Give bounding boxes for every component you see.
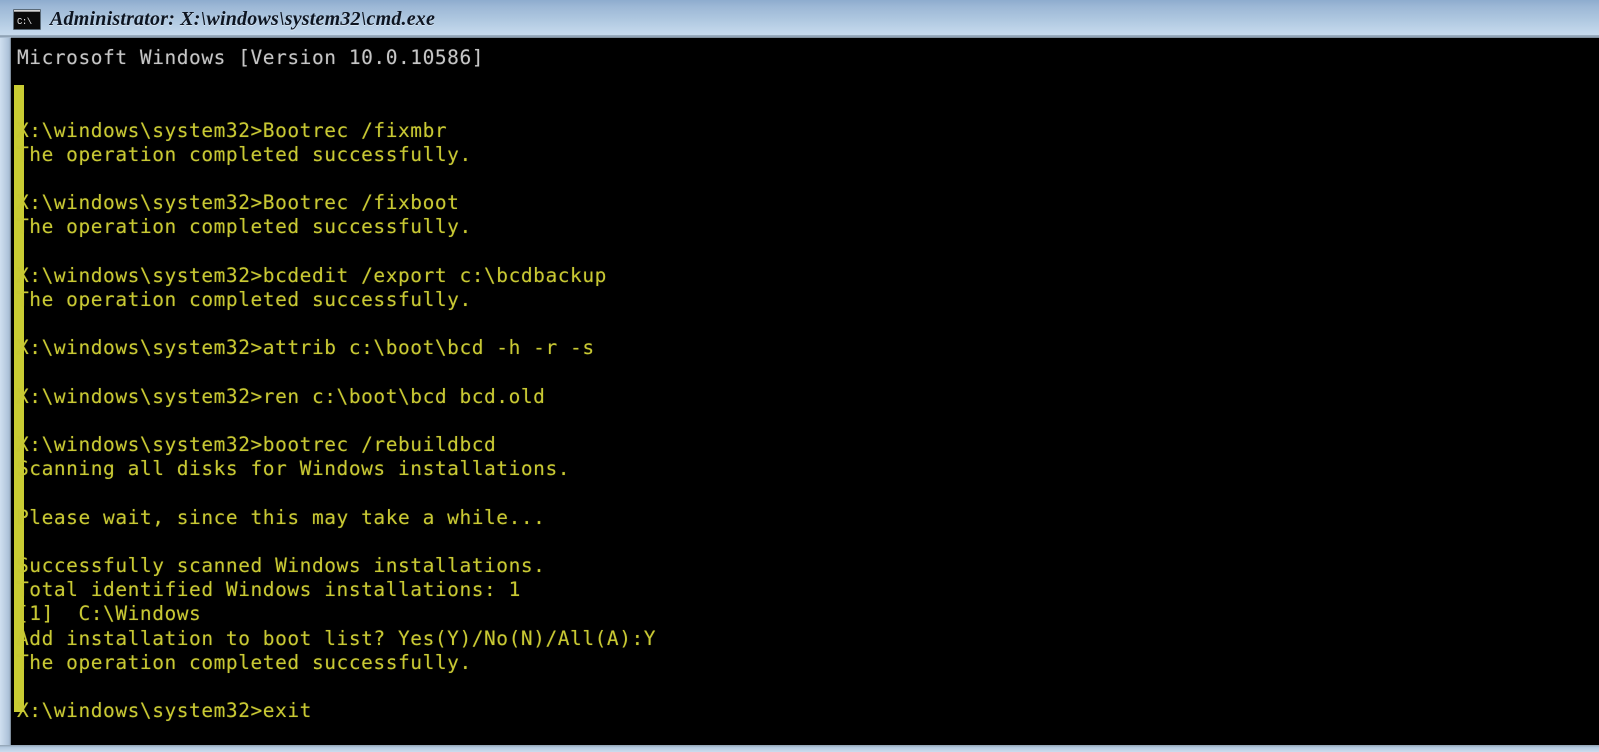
console-line: Total identified Windows installations: …: [17, 578, 521, 602]
console-line: The operation completed successfully.: [17, 287, 472, 311]
window-title-text: Administrator: X:\windows\system32\cmd.e…: [50, 7, 436, 30]
console-line: X:\windows\system32>Bootrec /fixmbr: [17, 118, 448, 142]
console-line: X:\windows\system32>bcdedit /export c:\b…: [17, 263, 607, 287]
console-line: The operation completed successfully.: [17, 650, 472, 674]
cmd-icon-prompt-glyph: C:\: [17, 16, 32, 27]
console-line: X:\windows\system32>exit: [17, 699, 312, 723]
console-line: X:\windows\system32>Bootrec /fixboot: [17, 191, 460, 215]
console-line: X:\windows\system32>ren c:\boot\bcd bcd.…: [17, 384, 546, 408]
console-output-area[interactable]: Microsoft Windows [Version 10.0.10586] X…: [11, 38, 1599, 745]
console-line: Please wait, since this may take a while…: [17, 505, 546, 529]
console-line: The operation completed successfully.: [17, 215, 472, 239]
window-bottom-border: [0, 745, 1599, 752]
console-line: The operation completed successfully.: [17, 142, 472, 166]
console-line: [1] C:\Windows: [17, 602, 202, 626]
console-line: X:\windows\system32>attrib c:\boot\bcd -…: [17, 336, 595, 360]
window-left-border: [0, 38, 11, 752]
console-line: X:\windows\system32>bootrec /rebuildbcd: [17, 433, 497, 456]
window-title-bar[interactable]: C:\ Administrator: X:\windows\system32\c…: [0, 0, 1599, 38]
console-line: Successfully scanned Windows installatio…: [17, 553, 546, 577]
console-text-block: Microsoft Windows [Version 10.0.10586] X…: [17, 46, 656, 723]
cmd-console-icon: C:\: [13, 8, 41, 30]
console-line: Add installation to boot list? Yes(Y)/No…: [17, 626, 657, 650]
cmd-window: C:\ Administrator: X:\windows\system32\c…: [0, 0, 1599, 752]
console-line: Microsoft Windows [Version 10.0.10586]: [17, 46, 485, 69]
console-line: Scanning all disks for Windows installat…: [17, 457, 571, 481]
